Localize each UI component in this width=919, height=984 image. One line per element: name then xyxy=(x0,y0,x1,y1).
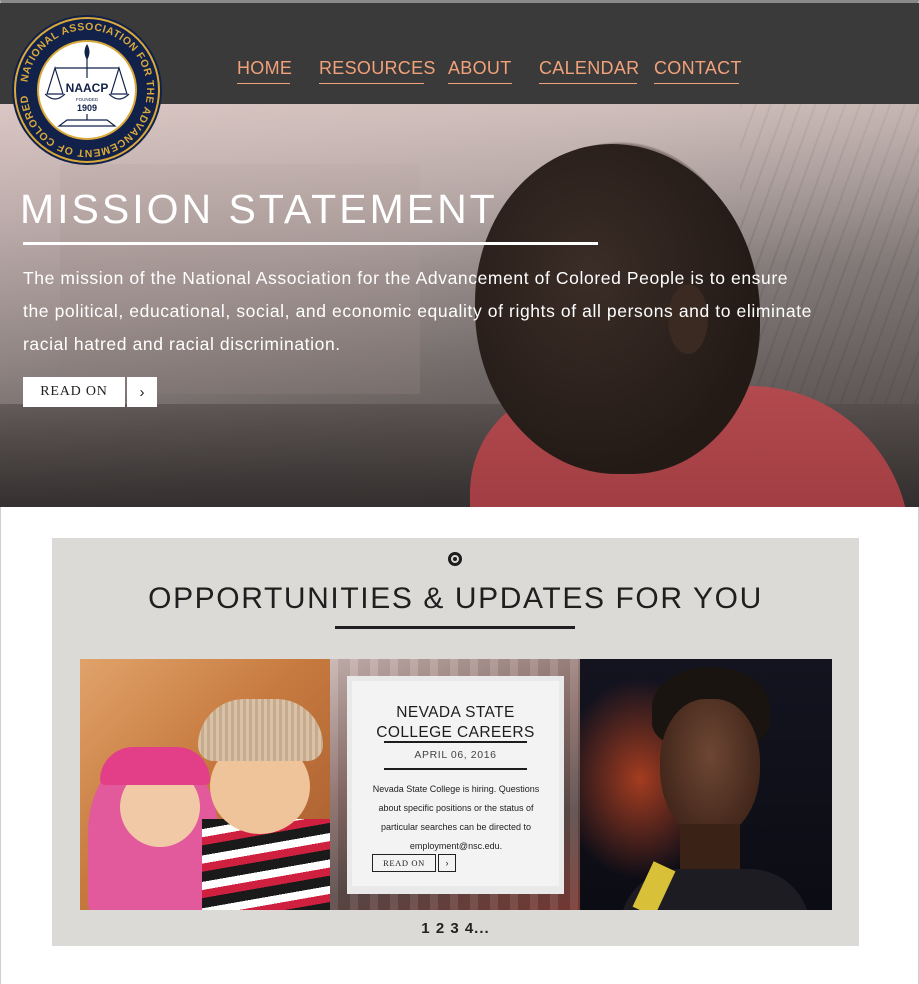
featured-title: NEVADA STATE COLLEGE CAREERS xyxy=(352,703,559,743)
circle-dot-icon xyxy=(448,552,462,566)
opportunities-title: OPPORTUNITIES & UPDATES FOR YOU xyxy=(148,582,763,615)
mission-title-underline xyxy=(23,242,598,245)
carousel-pagination: 1 2 3 4... xyxy=(52,920,859,937)
chevron-right-icon[interactable]: › xyxy=(438,854,456,872)
featured-divider-top xyxy=(384,741,527,743)
mission-statement-text: The mission of the National Association … xyxy=(23,268,812,354)
opportunities-carousel: NEVADA STATE COLLEGE CAREERS APRIL 06, 2… xyxy=(80,659,832,910)
featured-body: Nevada State College is hiring. Question… xyxy=(372,784,540,851)
hero-read-on-button[interactable]: READ ON xyxy=(23,377,125,407)
photo-girl-cap xyxy=(100,747,210,785)
nav-calendar-link[interactable]: CALENDAR xyxy=(539,58,639,84)
naacp-logo[interactable]: NATIONAL ASSOCIATION FOR THE ADVANCEMENT… xyxy=(11,14,163,166)
carousel-card-children-photo[interactable] xyxy=(80,659,330,910)
page-link-more[interactable]: 4... xyxy=(465,920,490,937)
page-link-3[interactable]: 3 xyxy=(450,920,459,937)
nav-about-link[interactable]: ABOUT xyxy=(448,58,512,84)
featured-info-inner: NEVADA STATE COLLEGE CAREERS APRIL 06, 2… xyxy=(352,681,559,886)
logo-name: NAACP xyxy=(66,81,109,95)
featured-divider-bottom xyxy=(384,768,527,770)
nav-home-link[interactable]: HOME xyxy=(237,58,292,84)
featured-date: APRIL 06, 2016 xyxy=(414,749,497,761)
featured-title-line2: COLLEGE CAREERS xyxy=(376,724,535,741)
page-link-2[interactable]: 2 xyxy=(436,920,445,937)
photo-boy-hat xyxy=(198,699,323,761)
opportunities-panel: OPPORTUNITIES & UPDATES FOR YOU NEVADA S… xyxy=(52,538,859,946)
carousel-card-featured[interactable]: NEVADA STATE COLLEGE CAREERS APRIL 06, 2… xyxy=(330,659,580,910)
photo-man-face xyxy=(660,699,760,839)
hero-read-on-button-group: READ ON › xyxy=(23,377,157,407)
page-link-1[interactable]: 1 xyxy=(421,920,430,937)
chevron-right-icon[interactable]: › xyxy=(127,377,157,407)
featured-read-on-button-group: READ ON › xyxy=(372,854,456,872)
logo-founded-year: 1909 xyxy=(77,103,97,113)
nav-resources-link[interactable]: RESOURCES xyxy=(319,58,435,84)
carousel-card-young-man-photo[interactable] xyxy=(580,659,832,910)
featured-read-on-button[interactable]: READ ON xyxy=(372,854,436,872)
logo-founded-label: FOUNDED xyxy=(76,97,99,102)
featured-title-line1: NEVADA STATE xyxy=(396,704,515,721)
featured-info-box: NEVADA STATE COLLEGE CAREERS APRIL 06, 2… xyxy=(347,676,564,894)
nav-contact-link[interactable]: CONTACT xyxy=(654,58,741,84)
mission-statement-title: MISSION STATEMENT xyxy=(20,186,498,232)
opportunities-title-underline xyxy=(335,626,575,629)
